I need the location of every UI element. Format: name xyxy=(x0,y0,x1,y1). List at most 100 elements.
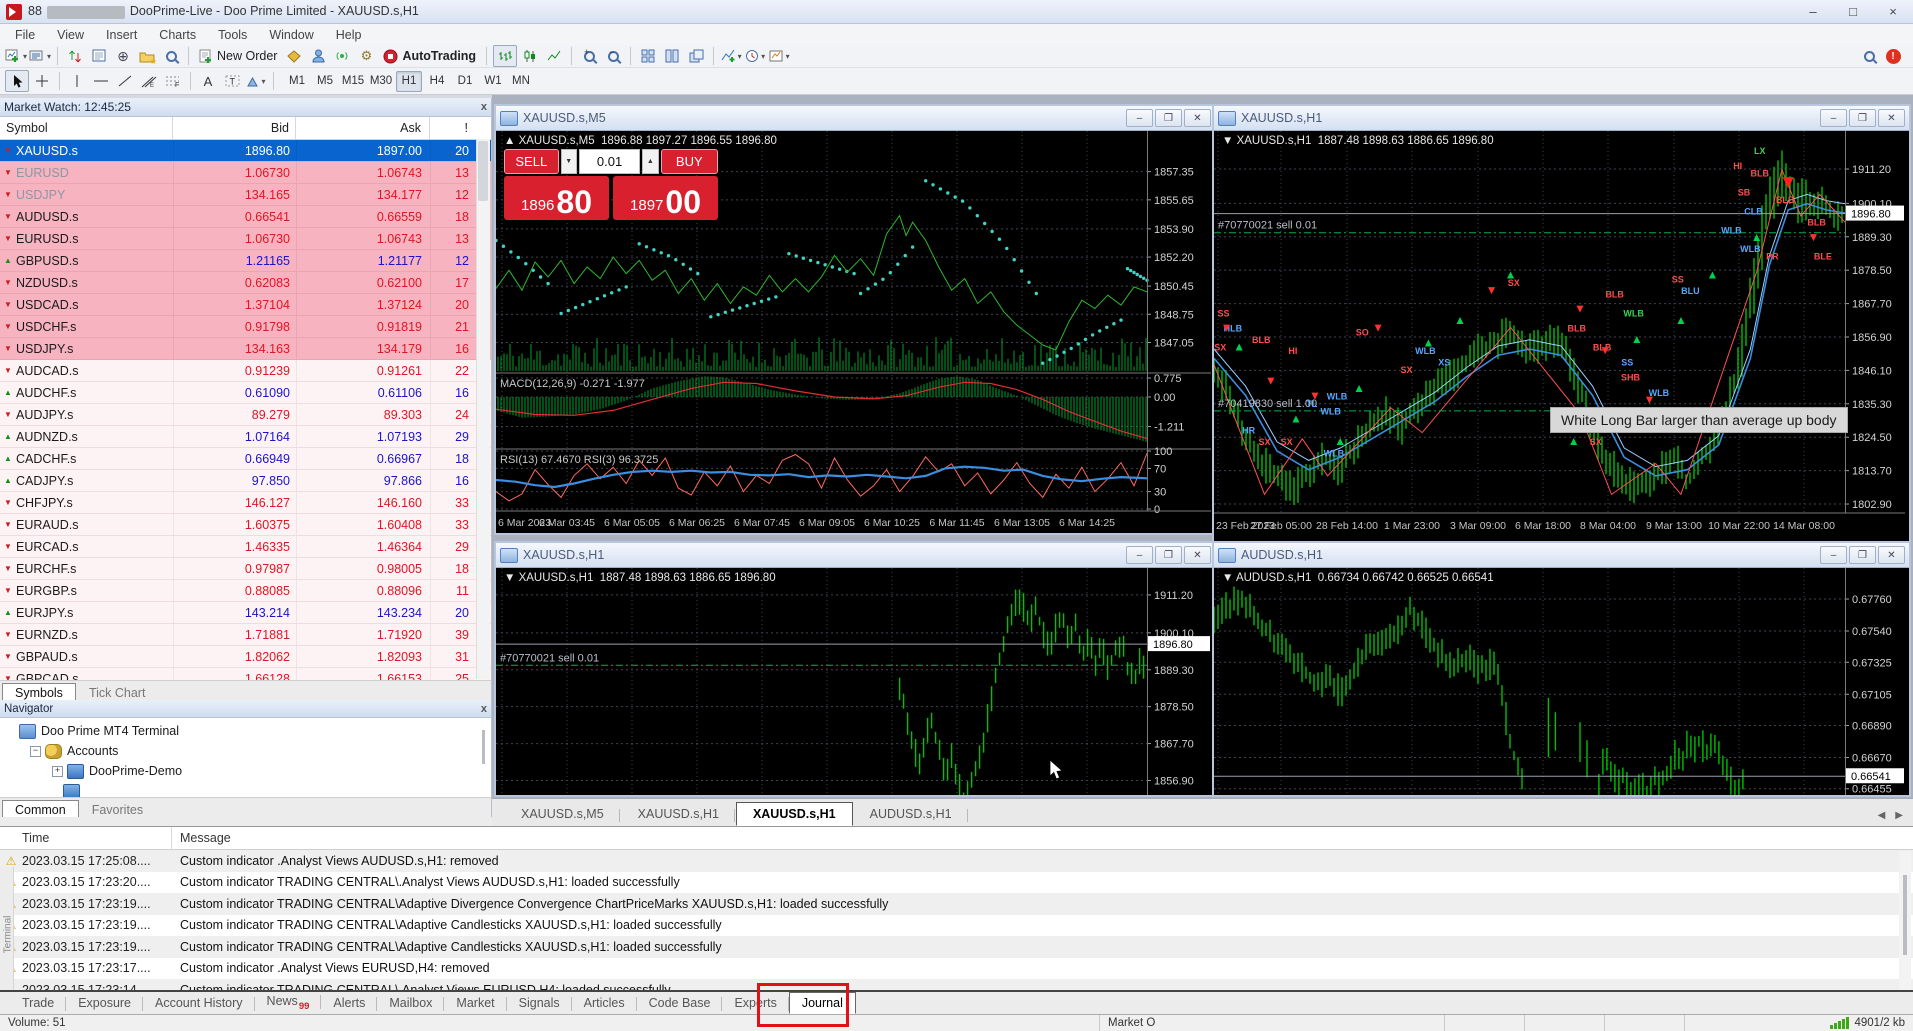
vertical-line-icon[interactable] xyxy=(66,71,88,91)
chart-canvas-audusd[interactable]: 0.677600.675400.673250.671050.668900.666… xyxy=(1214,568,1905,795)
minimize-button[interactable]: – xyxy=(1793,0,1833,23)
menu-item-window[interactable]: Window xyxy=(258,26,324,44)
chart-restore-icon[interactable]: ❐ xyxy=(1849,546,1876,564)
shapes-icon[interactable]: ▾ xyxy=(245,71,267,91)
signals-icon[interactable] xyxy=(331,46,353,66)
chart-tab-xauusd-s-h1[interactable]: XAUUSD.s,H1 xyxy=(736,802,853,826)
label-icon[interactable]: T xyxy=(221,71,243,91)
terminal-tab-alerts[interactable]: Alerts xyxy=(321,993,377,1013)
timeframe-button-m30[interactable]: M30 xyxy=(368,71,394,92)
chart-caption[interactable]: XAUUSD.s,H1 – ❐ ✕ xyxy=(1214,106,1909,131)
new-order-button[interactable]: New Order xyxy=(195,46,281,66)
market-watch-icon[interactable] xyxy=(64,46,86,66)
navigator-item-accounts[interactable]: −Accounts xyxy=(0,741,491,761)
chart-restore-icon[interactable]: ❐ xyxy=(1155,109,1182,127)
chart-tab-xauusd-s-m5[interactable]: XAUUSD.s,M5 xyxy=(504,802,621,826)
close-button[interactable]: × xyxy=(1873,0,1913,23)
journal-column-time[interactable]: Time xyxy=(0,827,172,849)
market-watch-scrollbar[interactable] xyxy=(476,139,490,679)
cursor-icon[interactable] xyxy=(5,70,29,92)
navigator-item-doo-prime-mt4-terminal[interactable]: Doo Prime MT4 Terminal xyxy=(0,721,491,741)
terminal-tab-trade[interactable]: Trade xyxy=(10,993,66,1013)
journal-scrollbar[interactable] xyxy=(1899,851,1911,991)
expand-icon[interactable]: + xyxy=(52,766,63,777)
terminal-tab-account-history[interactable]: Account History xyxy=(143,993,255,1013)
column-ask[interactable]: Ask xyxy=(296,117,430,139)
market-watch-row[interactable]: ▼USDCAD.s1.371041.3712420 xyxy=(0,294,491,316)
indicators-icon[interactable]: ▾ xyxy=(720,46,742,66)
templates-icon[interactable]: ▾ xyxy=(768,46,790,66)
tab-scroll-left-icon[interactable]: ◀ xyxy=(1878,810,1886,821)
column-symbol[interactable]: Symbol xyxy=(0,117,173,139)
terminal-tab-exposure[interactable]: Exposure xyxy=(66,993,143,1013)
fibonacci-icon[interactable]: F xyxy=(162,71,184,91)
chart-caption[interactable]: AUDUSD.s,H1 – ❐ ✕ xyxy=(1214,543,1909,568)
timeframe-button-h1[interactable]: H1 xyxy=(396,71,422,92)
market-watch-row[interactable]: ▼XAUUSD.s1896.801897.0020 xyxy=(0,140,491,162)
market-watch-close-icon[interactable]: x xyxy=(481,101,487,113)
zoom-in-icon[interactable]: + xyxy=(578,46,600,66)
market-watch-row[interactable]: ▼EURAUD.s1.603751.6040833 xyxy=(0,514,491,536)
data-window-icon[interactable] xyxy=(88,46,110,66)
market-watch-row[interactable]: ▼EURUSD.s1.067301.0674313 xyxy=(0,228,491,250)
tab-scroll-right-icon[interactable]: ▶ xyxy=(1895,810,1903,821)
chart-minimize-icon[interactable]: – xyxy=(1820,109,1847,127)
cascade-icon[interactable] xyxy=(685,46,707,66)
notifications-icon[interactable]: ! xyxy=(1882,46,1904,66)
timeframe-button-d1[interactable]: D1 xyxy=(452,71,478,92)
chart-minimize-icon[interactable]: – xyxy=(1820,546,1847,564)
navigator-icon[interactable]: ⊕ xyxy=(112,46,134,66)
terminal-tab-news[interactable]: News99 xyxy=(255,991,322,1015)
lot-decrease-button[interactable]: ▼ xyxy=(561,149,577,174)
terminal-tab-mailbox[interactable]: Mailbox xyxy=(377,993,444,1013)
market-watch-row[interactable]: ▼CHFJPY.s146.127146.16033 xyxy=(0,492,491,514)
bar-chart-icon[interactable] xyxy=(493,45,517,67)
buy-price[interactable]: 189700 xyxy=(613,176,718,220)
favorites-icon[interactable]: ★ xyxy=(136,46,158,66)
market-watch-row[interactable]: ▼EURCHF.s0.979870.9800518 xyxy=(0,558,491,580)
chart-caption[interactable]: XAUUSD.s,H1 – ❐ ✕ xyxy=(496,543,1215,568)
menu-item-view[interactable]: View xyxy=(46,26,95,44)
market-watch-row[interactable]: ▲CADJPY.s97.85097.86616 xyxy=(0,470,491,492)
metaeditor-icon[interactable] xyxy=(283,46,305,66)
navigator-item-dooprime-demo[interactable]: +DooPrime-Demo xyxy=(0,761,491,781)
sell-price[interactable]: 189680 xyxy=(504,176,609,220)
lot-increase-button[interactable]: ▲ xyxy=(642,149,658,174)
chart-close-icon[interactable]: ✕ xyxy=(1184,109,1211,127)
column-bid[interactable]: Bid xyxy=(173,117,296,139)
zoom-out-icon[interactable]: − xyxy=(602,46,624,66)
navigator-item[interactable] xyxy=(0,781,491,797)
tile-windows-icon[interactable] xyxy=(637,46,659,66)
autotrading-button[interactable]: AutoTrading xyxy=(379,46,480,66)
menu-item-insert[interactable]: Insert xyxy=(95,26,148,44)
menu-item-tools[interactable]: Tools xyxy=(207,26,258,44)
market-watch-row[interactable]: ▼EURNZD.s1.718811.7192039 xyxy=(0,624,491,646)
channel-icon[interactable]: E xyxy=(138,71,160,91)
column-spread[interactable]: ! xyxy=(430,117,474,139)
candlestick-chart-icon[interactable] xyxy=(519,46,541,66)
market-watch-row[interactable]: ▼EURUSD1.067301.0674313 xyxy=(0,162,491,184)
market-watch-row[interactable]: ▼AUDUSD.s0.665410.6655918 xyxy=(0,206,491,228)
timeframe-button-m5[interactable]: M5 xyxy=(312,71,338,92)
market-watch-row[interactable]: ▼AUDJPY.s89.27989.30324 xyxy=(0,404,491,426)
chart-close-icon[interactable]: ✕ xyxy=(1878,109,1905,127)
timeframe-button-w1[interactable]: W1 xyxy=(480,71,506,92)
navigator-close-icon[interactable]: x xyxy=(481,703,487,715)
chart-restore-icon[interactable]: ❐ xyxy=(1155,546,1182,564)
periods-icon[interactable]: ▾ xyxy=(744,46,766,66)
timeframe-button-m1[interactable]: M1 xyxy=(284,71,310,92)
timeframe-button-mn[interactable]: MN xyxy=(508,71,534,92)
line-chart-icon[interactable] xyxy=(543,46,565,66)
experts-icon[interactable] xyxy=(307,46,329,66)
market-watch-row[interactable]: ▼NZDUSD.s0.620830.6210017 xyxy=(0,272,491,294)
navigator-scrollbar[interactable] xyxy=(479,722,489,792)
timeframe-button-m15[interactable]: M15 xyxy=(340,71,366,92)
market-watch-row[interactable]: ▲AUDCHF.s0.610900.6110616 xyxy=(0,382,491,404)
market-watch-row[interactable]: ▼USDJPY134.165134.17712 xyxy=(0,184,491,206)
market-watch-row[interactable]: ▼USDJPY.s134.163134.17916 xyxy=(0,338,491,360)
terminal-tab-journal[interactable]: Journal xyxy=(789,992,856,1014)
chart-restore-icon[interactable]: ❐ xyxy=(1849,109,1876,127)
terminal-tab-code-base[interactable]: Code Base xyxy=(637,993,723,1013)
crosshair-icon[interactable] xyxy=(31,71,53,91)
journal-column-message[interactable]: Message xyxy=(172,831,231,845)
